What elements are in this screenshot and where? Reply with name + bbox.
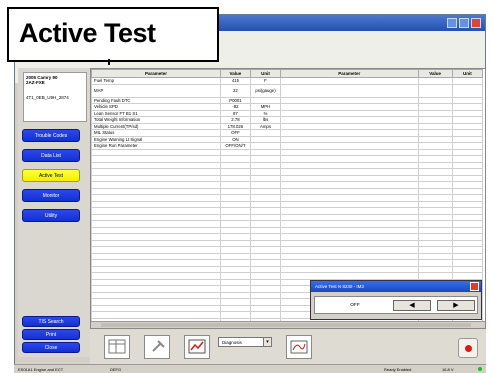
- minimize-icon[interactable]: [447, 18, 457, 28]
- freeze-button[interactable]: [144, 335, 170, 359]
- record-icon: [188, 339, 206, 354]
- vehicle-vin: 4T1_0EB_U9H_2874: [26, 95, 69, 100]
- bottom-toolbar: Diagnosis ▾: [90, 329, 486, 364]
- caption-title: Active Test: [19, 18, 156, 48]
- column-header: Value: [417, 69, 453, 78]
- vehicle-info: 2005 Camry 90 2AZ-FXE 4T1_0EB_U9H_2874: [23, 72, 87, 122]
- status-bar: ES01A1 Engine and ECT DEFG Ready Enabled…: [14, 364, 486, 373]
- dialog-title: Active Test N 8230 - IM3: [311, 281, 481, 292]
- empty-cell: [417, 83, 453, 98]
- table-row[interactable]: MAP 22 psi(gauge): [91, 83, 484, 98]
- vehicle-engine: 2AZ-FXE: [26, 80, 45, 85]
- empty-cell: [280, 83, 419, 98]
- mode-select[interactable]: Diagnosis ▾: [218, 337, 272, 347]
- stop-button[interactable]: [458, 338, 478, 358]
- empty-cell: [451, 83, 484, 98]
- increase-button[interactable]: ▶: [437, 300, 475, 311]
- table-icon: [108, 339, 126, 354]
- connection-led: [478, 367, 482, 371]
- graph-button[interactable]: [286, 335, 312, 359]
- column-header: Unit: [249, 69, 282, 78]
- chevron-down-icon[interactable]: ▾: [263, 338, 271, 346]
- record-button[interactable]: [184, 335, 210, 359]
- graph-icon: [290, 340, 308, 354]
- nav-monitor-button[interactable]: Monitor: [22, 189, 80, 202]
- nav-active-test-button[interactable]: Active Test: [22, 169, 80, 182]
- active-test-value: OFF: [350, 303, 360, 308]
- status-code: DEFG: [110, 367, 122, 372]
- dialog-close-icon[interactable]: [470, 282, 479, 291]
- caption-box: Active Test: [7, 7, 219, 62]
- close-icon[interactable]: [471, 18, 481, 28]
- cell-value: 22: [219, 83, 251, 98]
- column-header: Parameter: [91, 69, 221, 78]
- table-view-button[interactable]: [104, 335, 130, 359]
- status-module: ES01A1 Engine and ECT: [18, 367, 64, 372]
- nav-close-button[interactable]: Close: [22, 342, 80, 353]
- decrease-button[interactable]: ◀: [393, 300, 431, 311]
- caption-pointer: [108, 59, 112, 65]
- cell-unit: psi(gauge): [249, 83, 282, 98]
- dialog-body: OFF ◀ ▶: [314, 296, 478, 314]
- active-test-dialog: Active Test N 8230 - IM3 OFF ◀ ▶: [310, 280, 482, 320]
- cell-parameter: MAP: [91, 83, 221, 98]
- status-state: Ready Enabled: [384, 367, 412, 372]
- stop-icon: [465, 345, 472, 352]
- horizontal-scrollbar[interactable]: [91, 321, 485, 328]
- nav-trouble-codes-button[interactable]: Trouble Codes: [22, 129, 80, 142]
- nav-print-button[interactable]: Print: [22, 329, 80, 340]
- nav-tis-search-button[interactable]: TIS Search: [22, 316, 80, 327]
- column-header: Value: [219, 69, 251, 78]
- nav-data-list-button[interactable]: Data List: [22, 149, 80, 162]
- left-panel: 2005 Camry 90 2AZ-FXE 4T1_0EB_U9H_2874 T…: [18, 68, 90, 357]
- status-voltage: 16.8 V: [442, 367, 454, 372]
- mode-select-value: Diagnosis: [222, 340, 242, 345]
- column-header: Parameter: [280, 69, 419, 78]
- maximize-icon[interactable]: [459, 18, 469, 28]
- nav-utility-button[interactable]: Utility: [22, 209, 80, 222]
- column-header: Unit: [451, 69, 484, 78]
- pin-icon: [152, 340, 165, 352]
- scrollbar-thumb[interactable]: [101, 323, 471, 327]
